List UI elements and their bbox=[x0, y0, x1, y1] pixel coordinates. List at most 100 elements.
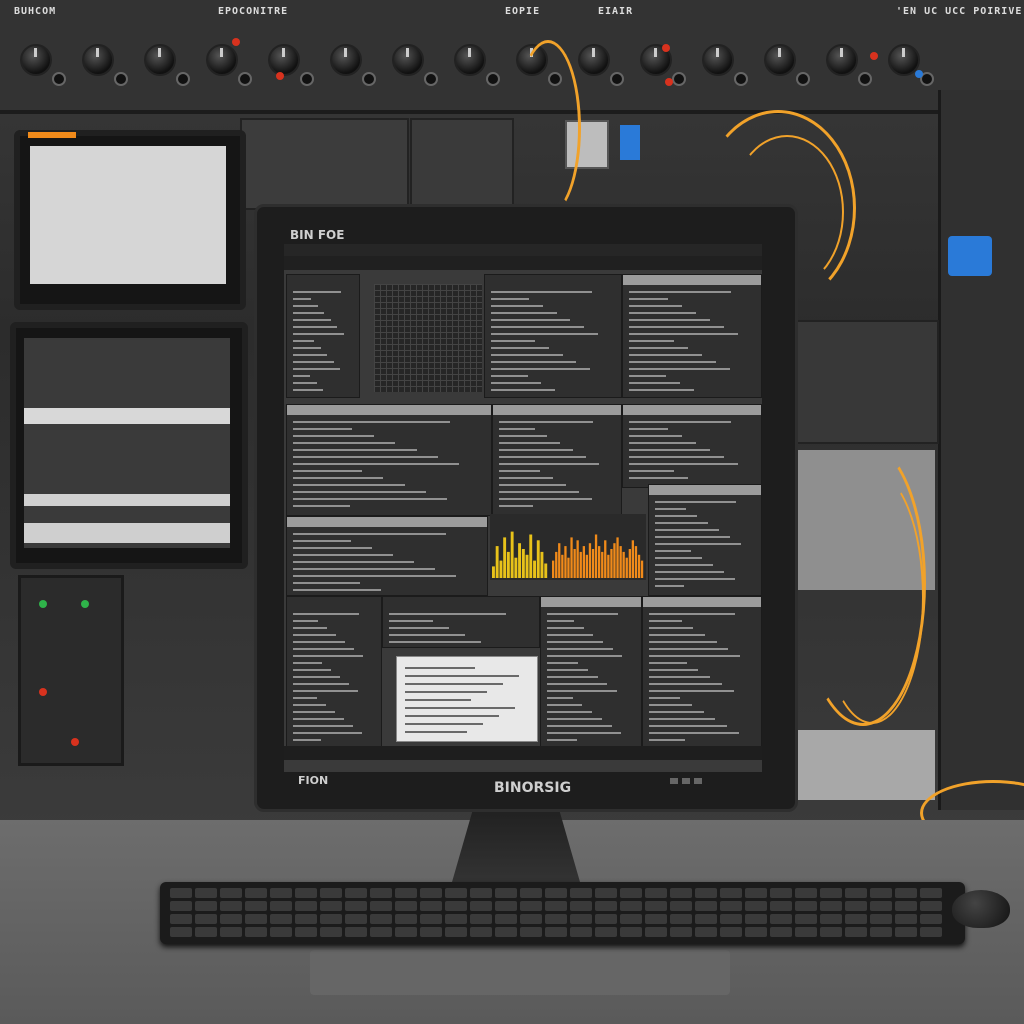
keyboard[interactable] bbox=[160, 882, 965, 944]
key[interactable] bbox=[920, 927, 942, 937]
panel-inspector[interactable] bbox=[622, 274, 762, 398]
key[interactable] bbox=[720, 927, 742, 937]
mouse[interactable] bbox=[952, 890, 1010, 928]
key[interactable] bbox=[620, 927, 642, 937]
panel-sequencer[interactable] bbox=[286, 516, 488, 596]
panel-modules[interactable] bbox=[622, 404, 762, 488]
key[interactable] bbox=[795, 927, 817, 937]
key[interactable] bbox=[820, 888, 842, 898]
key[interactable] bbox=[320, 901, 342, 911]
key[interactable] bbox=[520, 914, 542, 924]
key[interactable] bbox=[645, 888, 667, 898]
knob-icon[interactable] bbox=[268, 44, 300, 76]
key[interactable] bbox=[570, 888, 592, 898]
dialog-window[interactable] bbox=[396, 656, 538, 742]
key[interactable] bbox=[770, 927, 792, 937]
key[interactable] bbox=[795, 888, 817, 898]
key[interactable] bbox=[470, 914, 492, 924]
knob-icon[interactable] bbox=[578, 44, 610, 76]
key[interactable] bbox=[745, 888, 767, 898]
key[interactable] bbox=[445, 901, 467, 911]
key[interactable] bbox=[595, 914, 617, 924]
panel-editor[interactable] bbox=[484, 274, 622, 398]
key[interactable] bbox=[395, 927, 417, 937]
key[interactable] bbox=[845, 901, 867, 911]
key[interactable] bbox=[695, 901, 717, 911]
knob-icon[interactable] bbox=[826, 44, 858, 76]
key[interactable] bbox=[570, 927, 592, 937]
key[interactable] bbox=[170, 901, 192, 911]
knob-icon[interactable] bbox=[454, 44, 486, 76]
key[interactable] bbox=[845, 927, 867, 937]
key[interactable] bbox=[270, 927, 292, 937]
key[interactable] bbox=[770, 888, 792, 898]
key[interactable] bbox=[920, 888, 942, 898]
key[interactable] bbox=[245, 927, 267, 937]
key[interactable] bbox=[320, 927, 342, 937]
key[interactable] bbox=[670, 888, 692, 898]
key[interactable] bbox=[645, 914, 667, 924]
key[interactable] bbox=[570, 914, 592, 924]
key[interactable] bbox=[520, 927, 542, 937]
panel-file-browser[interactable] bbox=[286, 274, 360, 398]
key[interactable] bbox=[920, 914, 942, 924]
monitor-button[interactable] bbox=[682, 778, 690, 784]
key[interactable] bbox=[545, 927, 567, 937]
key[interactable] bbox=[445, 888, 467, 898]
key[interactable] bbox=[245, 914, 267, 924]
monitor-button[interactable] bbox=[694, 778, 702, 784]
knob-icon[interactable] bbox=[144, 44, 176, 76]
key[interactable] bbox=[895, 901, 917, 911]
key[interactable] bbox=[195, 927, 217, 937]
key[interactable] bbox=[195, 914, 217, 924]
key[interactable] bbox=[545, 914, 567, 924]
key[interactable] bbox=[645, 927, 667, 937]
key[interactable] bbox=[595, 927, 617, 937]
key[interactable] bbox=[420, 888, 442, 898]
panel-details[interactable] bbox=[642, 596, 762, 748]
key[interactable] bbox=[345, 888, 367, 898]
key[interactable] bbox=[720, 901, 742, 911]
key[interactable] bbox=[895, 888, 917, 898]
key[interactable] bbox=[220, 888, 242, 898]
key[interactable] bbox=[670, 914, 692, 924]
key[interactable] bbox=[820, 901, 842, 911]
key[interactable] bbox=[695, 927, 717, 937]
key[interactable] bbox=[395, 901, 417, 911]
key[interactable] bbox=[870, 888, 892, 898]
key[interactable] bbox=[220, 914, 242, 924]
key[interactable] bbox=[345, 914, 367, 924]
key[interactable] bbox=[495, 927, 517, 937]
key[interactable] bbox=[795, 901, 817, 911]
key[interactable] bbox=[820, 927, 842, 937]
key[interactable] bbox=[370, 888, 392, 898]
key[interactable] bbox=[920, 901, 942, 911]
key[interactable] bbox=[870, 927, 892, 937]
knob-icon[interactable] bbox=[82, 44, 114, 76]
key[interactable] bbox=[420, 901, 442, 911]
key[interactable] bbox=[445, 927, 467, 937]
knob-icon[interactable] bbox=[330, 44, 362, 76]
key[interactable] bbox=[720, 914, 742, 924]
key[interactable] bbox=[645, 901, 667, 911]
key[interactable] bbox=[245, 888, 267, 898]
key[interactable] bbox=[345, 901, 367, 911]
key[interactable] bbox=[770, 914, 792, 924]
key[interactable] bbox=[345, 927, 367, 937]
key[interactable] bbox=[295, 914, 317, 924]
panel-mixer[interactable] bbox=[492, 404, 622, 516]
key[interactable] bbox=[620, 901, 642, 911]
panel-grid-view[interactable] bbox=[374, 284, 482, 392]
key[interactable] bbox=[295, 901, 317, 911]
key[interactable] bbox=[220, 927, 242, 937]
key[interactable] bbox=[395, 888, 417, 898]
key[interactable] bbox=[370, 927, 392, 937]
key[interactable] bbox=[670, 927, 692, 937]
key[interactable] bbox=[745, 914, 767, 924]
key[interactable] bbox=[470, 901, 492, 911]
key[interactable] bbox=[320, 914, 342, 924]
key[interactable] bbox=[695, 888, 717, 898]
monitor-button[interactable] bbox=[670, 778, 678, 784]
key[interactable] bbox=[770, 901, 792, 911]
key[interactable] bbox=[870, 914, 892, 924]
